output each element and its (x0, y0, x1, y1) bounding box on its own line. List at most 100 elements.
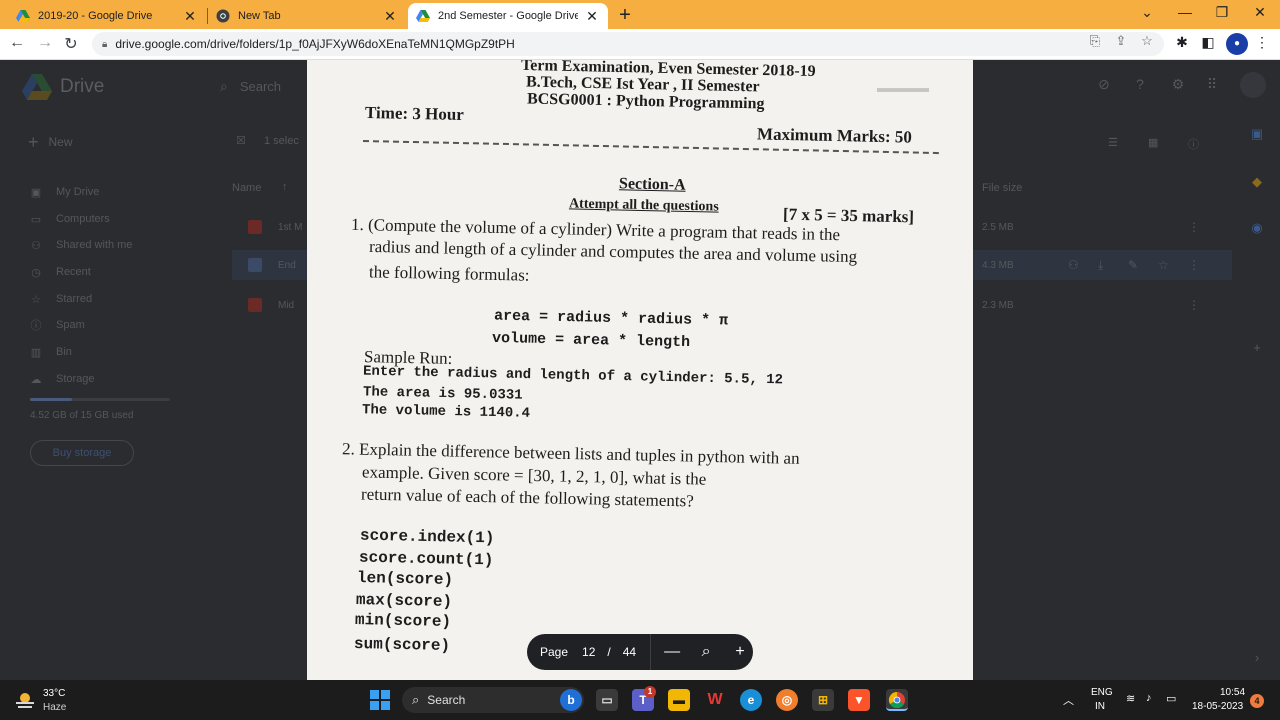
volume-icon[interactable]: ♪ (1146, 692, 1152, 704)
kebab-menu-icon[interactable]: ⋮ (1252, 34, 1272, 51)
edge-icon[interactable]: e (740, 689, 762, 711)
offline-status-icon[interactable]: ⊘ (1094, 76, 1114, 96)
tab-2nd-semester-drive[interactable]: 2nd Semester - Google Drive ✕ (408, 3, 608, 29)
grid-view-icon[interactable]: ▦ (1148, 136, 1158, 149)
more-options-icon[interactable]: ⋮ (1188, 258, 1200, 272)
show-hidden-icons-icon[interactable]: ︿ (1063, 692, 1074, 708)
plus-icon: + (28, 131, 39, 152)
more-options-icon[interactable]: ⋮ (1188, 220, 1200, 234)
tab-new-tab[interactable]: New Tab ✕ (208, 3, 406, 29)
sidebar-item-spam[interactable]: ⓘ Spam (28, 315, 85, 335)
computers-icon: ▭ (30, 213, 42, 226)
column-header-name[interactable]: Name (232, 182, 261, 194)
checkbox-checked-icon[interactable] (248, 258, 262, 272)
code-line: min(score) (354, 610, 452, 632)
calendar-icon[interactable]: ▣ (1249, 126, 1265, 142)
windows-start-icon[interactable] (370, 690, 390, 710)
new-button[interactable]: + New (14, 128, 106, 156)
new-tab-button[interactable]: + (614, 4, 636, 27)
tab-close-icon[interactable]: ✕ (182, 8, 198, 25)
tasks-icon[interactable]: ◉ (1249, 220, 1265, 236)
tab-title: New Tab (238, 10, 281, 22)
settings-gear-icon[interactable]: ⚙ (1168, 76, 1188, 96)
table-row[interactable]: Mid (278, 300, 294, 311)
edit-icon[interactable]: ✎ (1128, 258, 1138, 272)
lock-icon: 🔒︎ (102, 38, 108, 50)
zoom-in-button[interactable]: + (727, 643, 753, 661)
account-avatar[interactable] (1240, 72, 1266, 98)
tab-2019-20-drive[interactable]: 2019-20 - Google Drive ✕ (8, 3, 206, 29)
keep-icon[interactable]: ◆ (1249, 174, 1265, 190)
bing-icon[interactable]: b (560, 689, 582, 711)
star-icon[interactable]: ☆ (1158, 258, 1169, 272)
sidebar-item-label: Shared with me (56, 239, 133, 251)
sidebar-item-label: Bin (56, 346, 72, 358)
sidebar-item-bin[interactable]: ▥ Bin (28, 342, 72, 362)
sidebar-item-starred[interactable]: ☆ Starred (28, 289, 92, 309)
side-panel-icon[interactable]: ◧ (1198, 34, 1218, 51)
wps-office-icon[interactable]: W (704, 689, 726, 711)
sort-arrow-icon[interactable]: ↑ (282, 181, 288, 193)
buy-storage-button[interactable]: Buy storage (30, 440, 134, 466)
tab-title: 2nd Semester - Google Drive (438, 10, 578, 22)
weather-haze-icon[interactable] (14, 690, 34, 710)
chrome-taskbar-icon[interactable] (886, 689, 908, 711)
spam-icon: ⓘ (30, 320, 42, 332)
tab-search-icon[interactable]: ⌄ (1132, 4, 1162, 21)
zoom-out-button[interactable]: — (659, 643, 685, 661)
expand-panel-icon[interactable]: › (1249, 650, 1265, 666)
share-icon[interactable]: ⇪ (1112, 33, 1130, 49)
sidebar-item-shared[interactable]: ⚇ Shared with me (28, 235, 132, 255)
task-view-icon[interactable]: ▭ (596, 689, 618, 711)
back-arrow-icon[interactable]: ← (6, 34, 28, 52)
clock-time[interactable]: 10:54 (1220, 687, 1245, 698)
battery-icon[interactable]: ▭ (1166, 692, 1176, 705)
forward-arrow-icon[interactable]: → (34, 34, 56, 52)
address-bar[interactable]: 🔒︎ drive.google.com/drive/folders/1p_f0A… (92, 32, 1164, 56)
language-code[interactable]: ENG (1091, 687, 1113, 698)
table-row[interactable]: End (278, 260, 296, 271)
filter-icon[interactable]: ☰ (1108, 136, 1118, 149)
zoom-magnifier-icon[interactable]: ⌕ (693, 643, 719, 661)
firefox-icon[interactable]: ◎ (776, 689, 798, 711)
tab-close-icon[interactable]: ✕ (382, 8, 398, 25)
sidebar-item-label: Spam (56, 319, 85, 331)
drive-logo[interactable]: Drive (22, 74, 104, 100)
notification-badge[interactable]: 4 (1250, 694, 1264, 708)
get-addons-icon[interactable]: + (1249, 340, 1265, 356)
sidebar-item-label: My Drive (56, 186, 100, 198)
maximize-icon[interactable]: ❐ (1207, 4, 1237, 21)
more-options-icon[interactable]: ⋮ (1188, 298, 1200, 312)
tab-close-icon[interactable]: ✕ (584, 8, 600, 25)
sidebar-item-computers[interactable]: ▭ Computers (28, 209, 110, 229)
taskbar-search[interactable]: ⌕ Search (402, 687, 584, 713)
current-page-input[interactable]: 12 (582, 645, 595, 659)
bookmark-star-icon[interactable]: ☆ (1138, 33, 1156, 49)
sidebar-item-storage[interactable]: ☁ Storage (28, 369, 95, 389)
close-window-icon[interactable]: ✕ (1245, 4, 1275, 21)
select-all-checkbox[interactable]: ☒ (236, 134, 246, 147)
clock-date[interactable]: 18-05-2023 (1192, 701, 1243, 712)
install-app-icon[interactable]: ⎘ (1086, 33, 1104, 49)
file-explorer-icon[interactable]: ▬ (668, 689, 690, 711)
apps-grid-icon[interactable]: ⠿ (1202, 76, 1222, 96)
extensions-puzzle-icon[interactable]: ✱ (1172, 34, 1192, 51)
download-icon[interactable]: ⤓ (1098, 258, 1103, 273)
help-icon[interactable]: ? (1130, 76, 1150, 96)
sidebar-item-label: Starred (56, 293, 93, 305)
drive-logo-text: Drive (60, 76, 105, 97)
google-drive-logo-icon (22, 74, 52, 100)
info-icon[interactable]: ⓘ (1188, 136, 1199, 152)
profile-avatar[interactable]: ● (1226, 33, 1248, 55)
column-header-size[interactable]: File size (982, 182, 1022, 194)
sidebar-item-my-drive[interactable]: ▣ My Drive (28, 182, 100, 202)
reload-icon[interactable]: ↻ (60, 34, 82, 54)
sidebar-item-recent[interactable]: ◷ Recent (28, 262, 91, 282)
minimize-icon[interactable]: — (1170, 4, 1200, 20)
my-drive-icon: ▣ (30, 186, 42, 199)
brave-icon[interactable]: ▼ (848, 689, 870, 711)
share-person-icon[interactable]: ⚇ (1068, 258, 1079, 272)
wifi-icon[interactable]: ≋ (1126, 692, 1135, 705)
microsoft-store-icon[interactable]: ⊞ (812, 689, 834, 711)
table-row[interactable]: 1st M (278, 222, 302, 233)
